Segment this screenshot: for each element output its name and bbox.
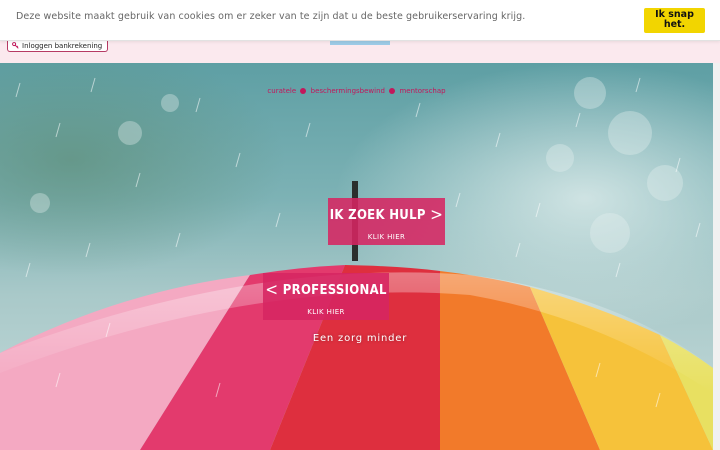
- cookie-bar: Deze website maakt gebruik van cookies o…: [0, 0, 720, 41]
- hero-banner: curatele beschermingsbewind mentorschap …: [0, 63, 713, 450]
- login-bank-button[interactable]: Inloggen bankrekening: [7, 40, 109, 52]
- tagline-dot: [300, 88, 307, 94]
- key-icon: [12, 42, 19, 49]
- login-bank-label: Inloggen bankrekening: [22, 41, 103, 50]
- tagline-dot: [389, 88, 396, 94]
- tagline-item-beschermingsbewind: beschermingsbewind: [310, 87, 385, 95]
- arrow-right-icon: >: [430, 205, 444, 225]
- arrow-left-icon: <: [265, 280, 279, 300]
- seek-help-subtitle: KLIK HIER: [367, 233, 406, 241]
- professional-label: PROFESSIONAL: [282, 283, 387, 298]
- cookie-accept-button[interactable]: Ik snap het.: [644, 8, 705, 33]
- seek-help-button[interactable]: IK ZOEK HULP > KLIK HIER: [328, 198, 445, 245]
- hero-motto: Een zorg minder: [312, 333, 408, 344]
- seek-help-title: IK ZOEK HULP >: [328, 205, 445, 225]
- page-scrollbar[interactable]: [713, 63, 720, 450]
- professional-button[interactable]: < PROFESSIONAL KLIK HIER: [263, 273, 389, 320]
- tagline-item-curatele: curatele: [267, 87, 297, 95]
- professional-subtitle: KLIK HIER: [307, 308, 345, 316]
- hero-background-image: [0, 63, 713, 450]
- tagline-item-mentorschap: mentorschap: [399, 87, 446, 95]
- service-tagline: curatele beschermingsbewind mentorschap: [0, 87, 713, 95]
- cookie-message: Deze website maakt gebruik van cookies o…: [16, 11, 526, 22]
- seek-help-label: IK ZOEK HULP: [329, 208, 426, 223]
- professional-title: < PROFESSIONAL: [263, 280, 389, 300]
